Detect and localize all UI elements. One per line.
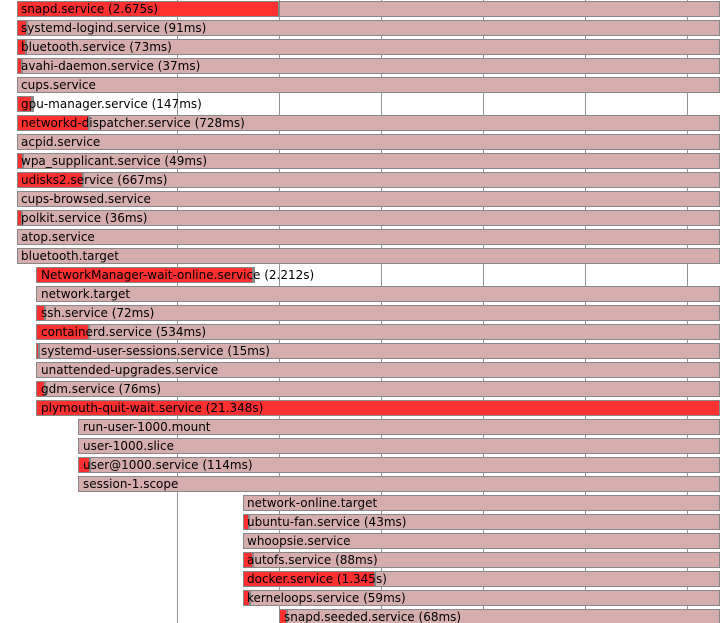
unit-label: snapd.service (2.675s) — [20, 1, 159, 17]
unit-label: run-user-1000.mount — [82, 419, 212, 435]
unit-label: NetworkManager-wait-online.service (2.21… — [40, 267, 315, 283]
timeline-row: atop.service — [0, 228, 720, 246]
timeline-row: NetworkManager-wait-online.service (2.21… — [0, 266, 720, 284]
unit-label: network-online.target — [246, 495, 378, 511]
timeline-row: plymouth-quit-wait.service (21.348s) — [0, 399, 720, 417]
timeline-row: udisks2.service (667ms) — [0, 171, 720, 189]
unit-label: user@1000.service (114ms) — [82, 457, 254, 473]
timeline-row: autofs.service (88ms) — [0, 551, 720, 569]
boot-timeline-chart: snapd.service (2.675s) systemd-logind.ser… — [0, 0, 720, 623]
unit-label: docker.service (1.345s) — [246, 571, 388, 587]
timeline-row: cups-browsed.service — [0, 190, 720, 208]
unit-label: network.target — [40, 286, 131, 302]
timeline-row: network.target — [0, 285, 720, 303]
unit-label: avahi-daemon.service (37ms) — [20, 58, 201, 74]
timeline-row: gpu-manager.service (147ms) — [0, 95, 720, 113]
unit-label: systemd-user-sessions.service (15ms) — [40, 343, 271, 359]
timeline-row: unattended-upgrades.service — [0, 361, 720, 379]
timeline-row: acpid.service — [0, 133, 720, 151]
timeline-row: cups.service — [0, 76, 720, 94]
unit-label: kerneloops.service (59ms) — [246, 590, 407, 606]
unit-label: atop.service — [20, 229, 96, 245]
unit-label: wpa_supplicant.service (49ms) — [20, 153, 208, 169]
timeline-row: systemd-user-sessions.service (15ms) — [0, 342, 720, 360]
timeline-row: gdm.service (76ms) — [0, 380, 720, 398]
timeline-row: bluetooth.service (73ms) — [0, 38, 720, 56]
active-bar — [375, 571, 720, 587]
timeline-row: polkit.service (36ms) — [0, 209, 720, 227]
timeline-row: user@1000.service (114ms) — [0, 456, 720, 474]
unit-label: containerd.service (534ms) — [40, 324, 207, 340]
unit-label: whoopsie.service — [246, 533, 352, 549]
timeline-row: ssh.service (72ms) — [0, 304, 720, 322]
unit-label: ssh.service (72ms) — [40, 305, 155, 321]
unit-label: autofs.service (88ms) — [246, 552, 379, 568]
timeline-row: containerd.service (534ms) — [0, 323, 720, 341]
active-bar — [83, 172, 720, 188]
timeline-row: systemd-logind.service (91ms) — [0, 19, 720, 37]
timeline-row: avahi-daemon.service (37ms) — [0, 57, 720, 75]
timeline-row: bluetooth.target — [0, 247, 720, 265]
timeline-row: snapd.service (2.675s) — [0, 0, 720, 18]
unit-label: gdm.service (76ms) — [40, 381, 162, 397]
timeline-row: docker.service (1.345s) — [0, 570, 720, 588]
unit-label: snapd.seeded.service (68ms) — [283, 609, 462, 623]
unit-label: session-1.scope — [82, 476, 179, 492]
unit-label: networkd-dispatcher.service (728ms) — [20, 115, 246, 131]
timeline-row: networkd-dispatcher.service (728ms) — [0, 114, 720, 132]
timeline-row: network-online.target — [0, 494, 720, 512]
unit-label: cups-browsed.service — [20, 191, 152, 207]
unit-label: gpu-manager.service (147ms) — [20, 96, 203, 112]
unit-label: acpid.service — [20, 134, 101, 150]
unit-label: ubuntu-fan.service (43ms) — [246, 514, 407, 530]
unit-label: systemd-logind.service (91ms) — [20, 20, 207, 36]
unit-label: polkit.service (36ms) — [20, 210, 148, 226]
timeline-row: snapd.seeded.service (68ms) — [0, 608, 720, 623]
unit-label: bluetooth.target — [20, 248, 120, 264]
timeline-row: whoopsie.service — [0, 532, 720, 550]
active-bar — [17, 229, 720, 245]
active-bar — [17, 248, 720, 264]
unit-label: udisks2.service (667ms) — [20, 172, 168, 188]
timeline-row: user-1000.slice — [0, 437, 720, 455]
unit-label: unattended-upgrades.service — [40, 362, 219, 378]
unit-label: user-1000.slice — [82, 438, 175, 454]
timeline-row: kerneloops.service (59ms) — [0, 589, 720, 607]
timeline-row: ubuntu-fan.service (43ms) — [0, 513, 720, 531]
unit-label: cups.service — [20, 77, 97, 93]
timeline-row: session-1.scope — [0, 475, 720, 493]
active-bar — [17, 134, 720, 150]
timeline-row: run-user-1000.mount — [0, 418, 720, 436]
active-bar — [17, 77, 720, 93]
active-bar — [279, 1, 720, 17]
active-bar — [36, 286, 720, 302]
unit-label: bluetooth.service (73ms) — [20, 39, 173, 55]
timeline-row: wpa_supplicant.service (49ms) — [0, 152, 720, 170]
unit-label: plymouth-quit-wait.service (21.348s) — [40, 400, 264, 416]
